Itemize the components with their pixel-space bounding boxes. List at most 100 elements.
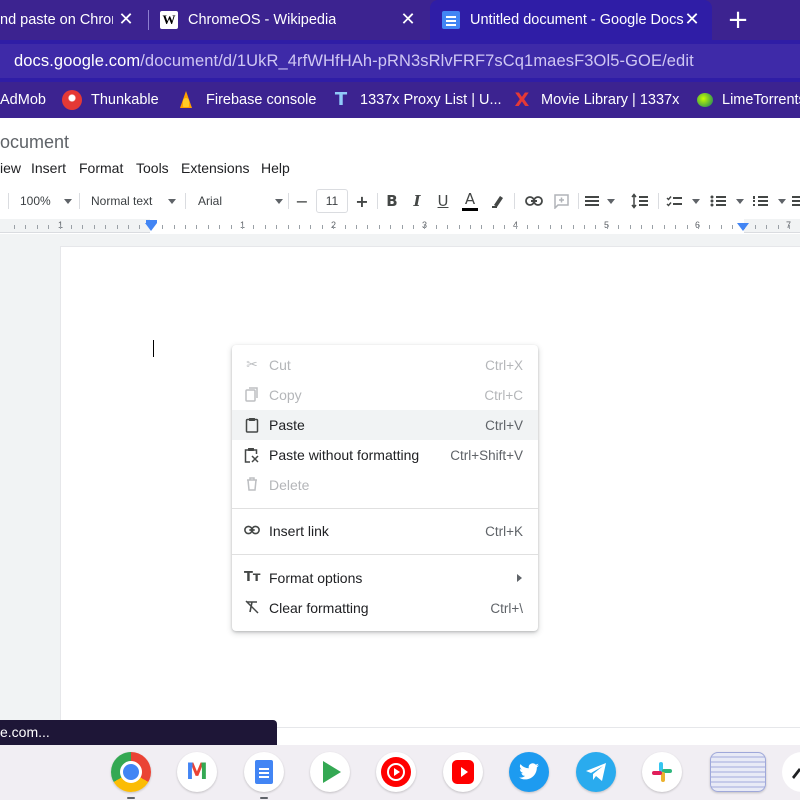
underline-button[interactable]: U bbox=[433, 187, 453, 215]
ruler-tick bbox=[37, 225, 38, 229]
ruler-tick bbox=[105, 225, 106, 229]
menu-view[interactable]: iew bbox=[0, 158, 21, 178]
right-indent-marker[interactable] bbox=[737, 223, 749, 231]
font-size-input[interactable]: 11 bbox=[316, 189, 348, 213]
gmail-icon[interactable]: M bbox=[177, 752, 217, 792]
menu-item-label: Paste without formatting bbox=[269, 447, 420, 463]
menu-item-paste[interactable]: Paste Ctrl+V bbox=[232, 410, 538, 440]
address-bar[interactable]: docs.google.com/document/d/1UkR_4rfWHfHA… bbox=[0, 44, 800, 78]
menu-item-clear-formatting[interactable]: Clear formatting Ctrl+\ bbox=[232, 593, 538, 623]
menu-item-insert-link[interactable]: Insert link Ctrl+K bbox=[232, 516, 538, 546]
paragraph-style-select[interactable]: Normal text bbox=[86, 187, 176, 215]
close-icon[interactable]: ✕ bbox=[398, 10, 418, 30]
toolbar-divider bbox=[8, 193, 9, 209]
tab-copy-paste[interactable]: nd paste on Chron ✕ bbox=[0, 0, 146, 40]
menu-item-shortcut: Ctrl+\ bbox=[490, 600, 523, 616]
bookmark-thunkable[interactable]: Thunkable bbox=[62, 82, 159, 118]
insert-link-button[interactable] bbox=[522, 187, 546, 215]
bookmark-movie-library[interactable]: X Movie Library | 1337x bbox=[512, 82, 680, 118]
menu-item-shortcut: Ctrl+C bbox=[484, 387, 523, 403]
font-select[interactable]: Arial bbox=[193, 187, 283, 215]
zoom-select[interactable]: 100% bbox=[16, 187, 72, 215]
play-store-icon[interactable] bbox=[310, 752, 350, 792]
ruler-tick bbox=[698, 225, 699, 229]
align-button[interactable] bbox=[585, 187, 615, 215]
chrome-icon[interactable] bbox=[111, 752, 151, 799]
menu-help[interactable]: Help bbox=[261, 158, 290, 178]
text-color-button[interactable]: A bbox=[459, 187, 481, 215]
menu-item-shortcut: Ctrl+K bbox=[485, 523, 523, 539]
zoom-value: 100% bbox=[20, 194, 51, 208]
close-icon[interactable]: ✕ bbox=[116, 10, 136, 30]
indent-button[interactable] bbox=[792, 187, 800, 215]
new-tab-button[interactable]: + bbox=[724, 6, 752, 34]
ruler-tick bbox=[253, 225, 254, 229]
highlight-color-button[interactable] bbox=[487, 187, 509, 215]
ruler[interactable]: 1 1 2 3 4 5 6 7 bbox=[0, 219, 800, 233]
ruler-tick bbox=[310, 225, 311, 229]
checklist-button[interactable] bbox=[666, 187, 700, 215]
ruler-tick bbox=[219, 225, 220, 229]
bookmark-firebase[interactable]: Firebase console bbox=[177, 82, 316, 118]
screenshot-thumbnail[interactable] bbox=[710, 752, 766, 792]
bookmark-limetorrents[interactable]: LimeTorrents bbox=[697, 82, 800, 118]
bookmark-admob[interactable]: AdMob bbox=[0, 82, 46, 118]
menu-item-shortcut: Ctrl+Shift+V bbox=[450, 447, 523, 463]
menu-item-label: Clear formatting bbox=[269, 600, 369, 616]
twitter-bird bbox=[519, 763, 539, 780]
document-title[interactable]: ocument bbox=[0, 132, 69, 153]
toolbar-divider bbox=[514, 193, 515, 209]
ruler-tick bbox=[652, 225, 653, 229]
decrease-font-size-button[interactable]: − bbox=[292, 187, 312, 215]
ruler-tick bbox=[196, 225, 197, 229]
youtube-music-icon[interactable] bbox=[376, 752, 416, 792]
numbered-list-button[interactable] bbox=[752, 187, 786, 215]
tote-icon[interactable] bbox=[782, 752, 800, 792]
google-docs-icon[interactable] bbox=[244, 752, 284, 799]
menu-item-cut[interactable]: ✂ Cut Ctrl+X bbox=[232, 350, 538, 380]
line-spacing-button[interactable] bbox=[629, 187, 651, 215]
ruler-tick bbox=[595, 225, 596, 229]
menu-item-label: Paste bbox=[269, 417, 305, 433]
ruler-tick bbox=[288, 225, 289, 229]
italic-button[interactable]: I bbox=[407, 187, 427, 215]
menu-tools[interactable]: Tools bbox=[136, 158, 169, 178]
close-icon[interactable]: ✕ bbox=[682, 10, 702, 30]
bookmark-label: Thunkable bbox=[91, 92, 159, 108]
ruler-tick bbox=[447, 225, 448, 229]
slack-icon[interactable] bbox=[642, 752, 682, 792]
menu-extensions[interactable]: Extensions bbox=[181, 158, 249, 178]
increase-font-size-button[interactable]: + bbox=[352, 187, 372, 215]
line-spacing-icon bbox=[631, 193, 648, 209]
menu-item-copy[interactable]: Copy Ctrl+C bbox=[232, 380, 538, 410]
left-indent-marker[interactable] bbox=[145, 223, 157, 231]
menu-insert[interactable]: Insert bbox=[31, 158, 66, 178]
ruler-tick bbox=[71, 225, 72, 229]
tab-google-docs[interactable]: Untitled document - Google Docs ✕ bbox=[430, 0, 712, 40]
menu-format[interactable]: Format bbox=[79, 158, 123, 178]
menu-item-label: Copy bbox=[269, 387, 302, 403]
ruler-tick bbox=[367, 225, 368, 229]
menu-item-paste-without-formatting[interactable]: Paste without formatting Ctrl+Shift+V bbox=[232, 440, 538, 470]
ruler-tick bbox=[242, 225, 243, 229]
chevron-down-icon bbox=[778, 198, 786, 204]
align-left-icon bbox=[585, 196, 599, 206]
menu-item-label: Insert link bbox=[269, 523, 329, 539]
url-host: docs.google.com bbox=[14, 51, 141, 70]
bookmark-label: AdMob bbox=[0, 92, 46, 108]
ruler-tick bbox=[25, 225, 26, 229]
bold-button[interactable]: B bbox=[382, 187, 402, 215]
menu-item-delete[interactable]: Delete bbox=[232, 470, 538, 500]
ruler-tick bbox=[618, 225, 619, 229]
menu-item-format-options[interactable]: Tт Format options bbox=[232, 563, 538, 593]
youtube-studio-icon[interactable] bbox=[443, 752, 483, 792]
ruler-tick bbox=[641, 225, 642, 229]
telegram-icon[interactable] bbox=[576, 752, 616, 792]
bookmark-1337x-proxy[interactable]: T 1337x Proxy List | U... bbox=[331, 82, 502, 118]
ruler-tick bbox=[208, 225, 209, 229]
tab-wikipedia[interactable]: W ChromeOS - Wikipedia ✕ bbox=[150, 0, 428, 40]
ruler-tick bbox=[128, 225, 129, 229]
add-comment-button[interactable] bbox=[550, 187, 572, 215]
bulleted-list-button[interactable] bbox=[710, 187, 744, 215]
twitter-icon[interactable] bbox=[509, 752, 549, 792]
